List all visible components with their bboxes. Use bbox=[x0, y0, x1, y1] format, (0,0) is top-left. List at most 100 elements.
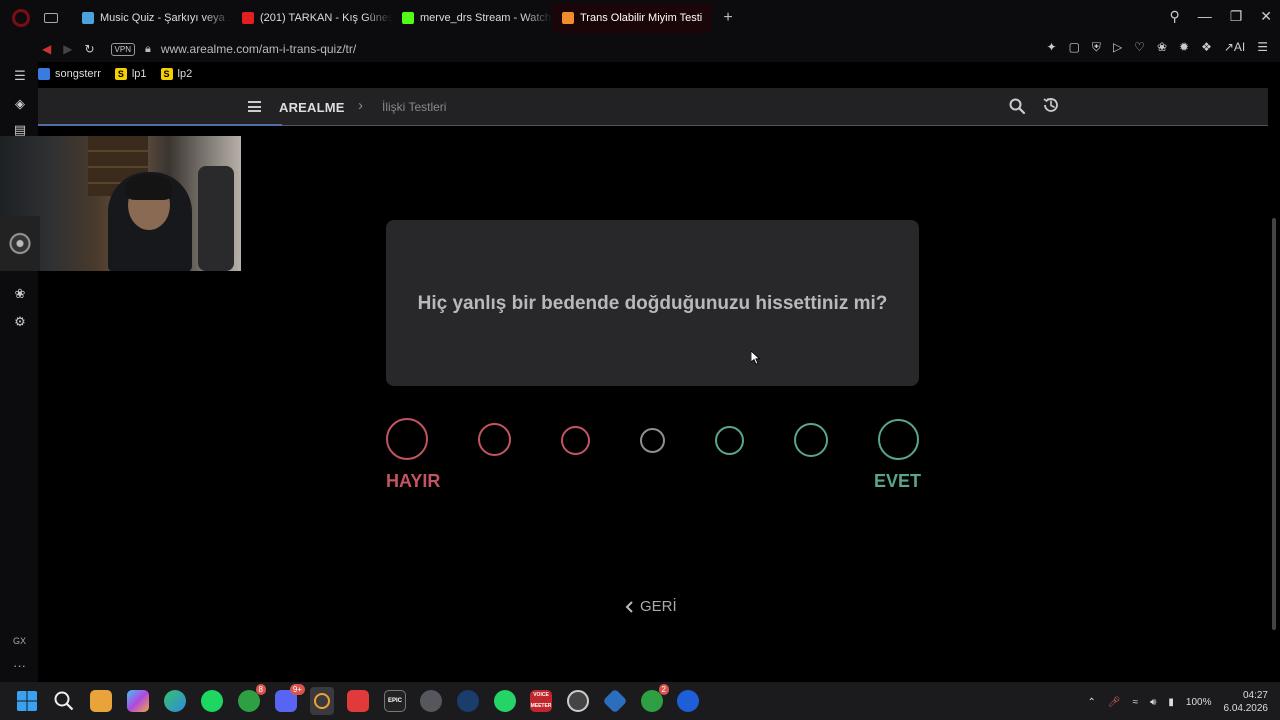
page-scrollbar[interactable] bbox=[1268, 88, 1280, 680]
bookmark-label: songsterr bbox=[55, 68, 101, 80]
browser-tab[interactable]: Music Quiz - Şarkıyı veya ... bbox=[72, 3, 232, 33]
site-logo[interactable]: AREALME bbox=[279, 100, 345, 115]
clock-date: 6.04.2026 bbox=[1223, 703, 1269, 714]
discord-icon[interactable]: 9+ bbox=[275, 684, 305, 712]
heart-icon[interactable]: ♡ bbox=[1134, 40, 1145, 55]
browser-tab-active[interactable]: Trans Olabilir Miyim Testi bbox=[552, 3, 712, 33]
scrollbar-thumb[interactable] bbox=[1272, 218, 1276, 630]
question-card: Hiç yanlış bir bedende doğduğunuzu hisse… bbox=[386, 220, 919, 386]
system-tray: ⌃ 🎤︎ ≈ 🔊︎ ▮ 100% 04:27 6.04.2026 bbox=[1088, 689, 1269, 715]
play-icon[interactable]: ▷ bbox=[1113, 40, 1122, 55]
notification-badge: 2 bbox=[658, 684, 669, 695]
back-button[interactable]: GERİ bbox=[624, 598, 677, 615]
battery-icon[interactable]: ▮ bbox=[1168, 697, 1174, 708]
volume-icon[interactable]: 🔊︎ bbox=[1150, 697, 1156, 708]
window-controls: ⚲ — ❐ ✕ bbox=[1169, 8, 1272, 25]
extension-icon[interactable]: ❖ bbox=[1201, 40, 1212, 55]
reload-icon[interactable]: ↻ bbox=[84, 42, 94, 56]
lock-icon[interactable]: 🔒︎ bbox=[145, 43, 151, 56]
mouse-cursor-icon bbox=[751, 351, 761, 365]
answer-option-3[interactable] bbox=[561, 426, 590, 455]
clock-time: 04:27 bbox=[1242, 690, 1268, 701]
new-tab-button[interactable]: + bbox=[718, 9, 738, 27]
forward-nav-icon[interactable]: ▶ bbox=[63, 42, 72, 56]
answer-option-1[interactable] bbox=[386, 418, 428, 460]
xbox-app-icon[interactable]: 2 bbox=[641, 684, 669, 712]
gx-control-icon[interactable]: ◈ bbox=[12, 96, 28, 112]
answer-option-5[interactable] bbox=[715, 426, 744, 455]
history-icon[interactable] bbox=[1042, 96, 1060, 114]
game-launcher-icon[interactable] bbox=[347, 690, 369, 712]
answer-option-2[interactable] bbox=[478, 423, 511, 456]
extension-sidebar-icon[interactable]: ❀ bbox=[12, 286, 28, 302]
copilot-icon[interactable] bbox=[127, 690, 149, 712]
bookmark-lp1[interactable]: S lp1 bbox=[114, 68, 147, 80]
nav-buttons: ◀ ▶ ↻ bbox=[42, 42, 95, 56]
answer-option-7[interactable] bbox=[878, 419, 919, 460]
battery-percent: 100% bbox=[1185, 696, 1212, 708]
back-nav-icon[interactable]: ◀ bbox=[42, 42, 51, 56]
webcam-overlay bbox=[0, 136, 241, 271]
snapshot-icon[interactable]: ▢ bbox=[1069, 40, 1080, 55]
xbox-icon[interactable]: 8 bbox=[238, 684, 266, 712]
extension-icon[interactable]: ❀ bbox=[1157, 40, 1167, 55]
taskbar: 8 9+ EPIC VOICE MEETER 2 ⌃ 🎤︎ ≈ 🔊︎ ▮ 100… bbox=[0, 682, 1280, 720]
aria-ai-button[interactable]: ↗AI bbox=[1224, 40, 1245, 55]
voicemeeter-icon[interactable]: VOICE MEETER bbox=[530, 690, 552, 712]
browser-tab[interactable]: merve_drs Stream - Watch bbox=[392, 3, 552, 33]
windows-start-icon[interactable] bbox=[16, 690, 38, 712]
browser-tab[interactable]: (201) TARKAN - Kış Güneşi bbox=[232, 3, 392, 33]
bookmark-lp2[interactable]: S lp2 bbox=[160, 68, 193, 80]
webcam-hair bbox=[126, 174, 172, 200]
bookmarks-bar: songsterr S lp1 S lp2 bbox=[38, 62, 192, 86]
tab-islands-icon[interactable] bbox=[44, 13, 58, 23]
tab-title: (201) TARKAN - Kış Güneşi bbox=[260, 12, 392, 24]
scale-label-yes: EVET bbox=[874, 471, 922, 491]
breadcrumb[interactable]: İlişki Testleri bbox=[382, 100, 446, 114]
notification-badge: 9+ bbox=[289, 684, 305, 695]
whatsapp-icon[interactable] bbox=[494, 690, 516, 712]
answer-option-4[interactable] bbox=[640, 428, 665, 453]
pin-icon[interactable]: ✦ bbox=[1047, 40, 1057, 55]
sidebar-more-icon[interactable]: ··· bbox=[13, 658, 26, 673]
edge-icon[interactable] bbox=[164, 690, 186, 712]
bookmark-label: lp1 bbox=[131, 68, 147, 80]
system-clock[interactable]: 04:27 6.04.2026 bbox=[1224, 689, 1269, 715]
webcam-wall-art bbox=[0, 216, 40, 271]
shield-icon[interactable]: ⛨ bbox=[1092, 40, 1101, 55]
extension-icon[interactable]: ✹ bbox=[1179, 40, 1189, 55]
opera-logo-icon[interactable] bbox=[12, 9, 30, 27]
minimize-icon[interactable]: — bbox=[1198, 8, 1212, 25]
header-progress-bar bbox=[38, 124, 282, 126]
scale-label-no: HAYIR bbox=[386, 471, 441, 491]
vpn-app-icon[interactable] bbox=[602, 688, 628, 714]
easy-setup-icon[interactable]: ☰ bbox=[1257, 40, 1268, 55]
restore-icon[interactable]: ❐ bbox=[1230, 8, 1243, 25]
answer-option-6[interactable] bbox=[794, 423, 828, 457]
epic-games-icon[interactable]: EPIC bbox=[384, 690, 406, 712]
spotify-icon[interactable] bbox=[201, 690, 223, 712]
ea-app-icon[interactable] bbox=[677, 690, 699, 712]
bookmark-songsterr[interactable]: songsterr bbox=[38, 68, 101, 80]
menu-icon[interactable] bbox=[248, 101, 261, 112]
close-icon[interactable]: ✕ bbox=[1260, 8, 1272, 25]
tab-search-icon[interactable]: ⚲ bbox=[1169, 8, 1179, 25]
url-field[interactable]: www.arealme.com/am-i-trans-quiz/tr/ bbox=[161, 42, 356, 56]
gx-label: GX bbox=[13, 636, 27, 646]
media-player-icon[interactable] bbox=[420, 690, 442, 712]
search-taskbar-icon[interactable] bbox=[53, 690, 75, 712]
opera-gx-taskbar-icon[interactable] bbox=[310, 687, 334, 715]
vpn-badge[interactable]: VPN bbox=[110, 42, 135, 56]
wifi-icon[interactable]: ≈ bbox=[1133, 697, 1139, 708]
file-explorer-icon[interactable] bbox=[90, 690, 112, 712]
tray-chevron-up-icon[interactable]: ⌃ bbox=[1088, 697, 1096, 708]
search-icon[interactable] bbox=[1008, 97, 1026, 115]
obs-icon[interactable] bbox=[567, 690, 589, 712]
youtube-favicon-icon bbox=[242, 12, 254, 24]
kick-favicon-icon bbox=[402, 12, 414, 24]
settings-icon[interactable]: ⚙ bbox=[12, 314, 28, 330]
steam-icon[interactable] bbox=[457, 690, 479, 712]
bookmark-label: lp2 bbox=[177, 68, 193, 80]
microphone-icon[interactable]: 🎤︎ bbox=[1108, 697, 1121, 708]
twitch-icon[interactable]: ☰ bbox=[12, 68, 28, 84]
